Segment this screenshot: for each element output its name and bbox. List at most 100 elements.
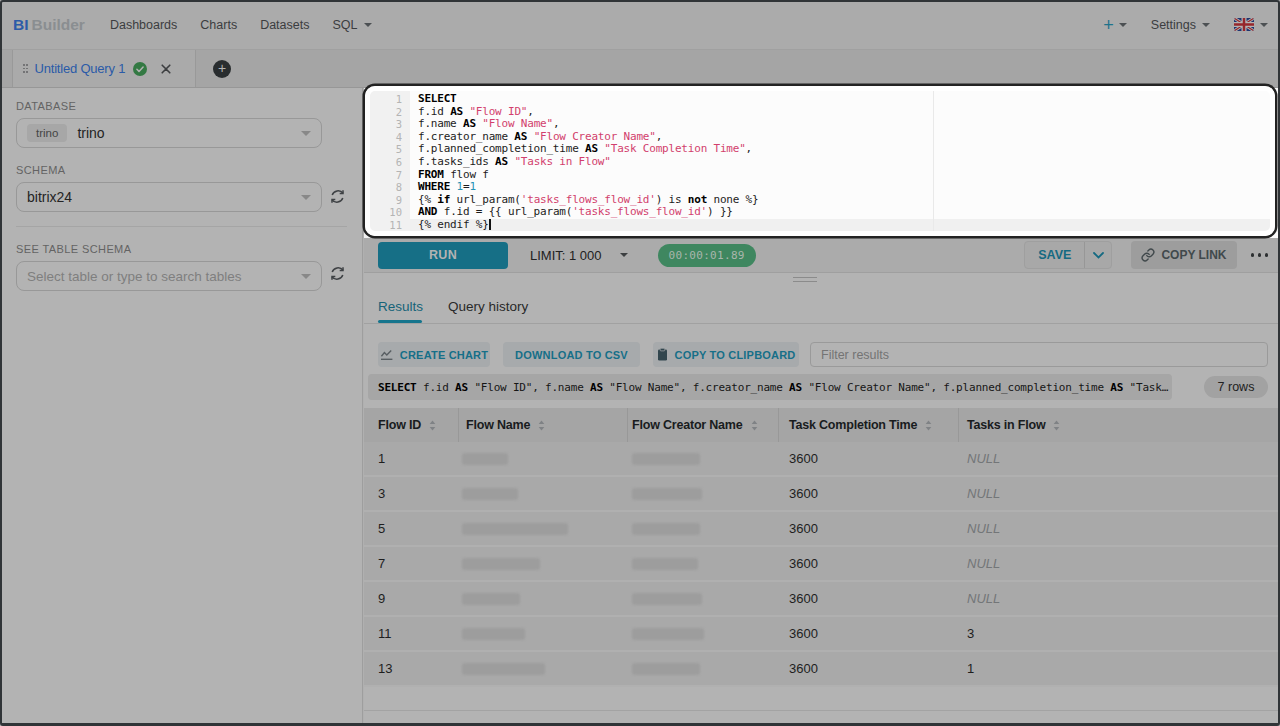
table-row[interactable]: 1336001: [364, 652, 1280, 687]
redacted-flow-name: [462, 523, 568, 535]
table-row[interactable]: 53600NULL: [364, 512, 1280, 547]
query-tabbar: Untitled Query 1 +: [0, 50, 1280, 88]
column-header[interactable]: Tasks in Flow: [967, 408, 1060, 442]
nav-menu: Dashboards Charts Datasets SQL: [110, 18, 372, 32]
column-header-label: Flow Name: [466, 418, 530, 432]
column-divider: [458, 408, 459, 442]
database-select[interactable]: trino trino: [16, 118, 322, 148]
schema-select[interactable]: bitrix24: [16, 182, 322, 212]
download-csv-label: DOWNLOAD TO CSV: [515, 349, 628, 361]
drag-handle-icon: [23, 64, 28, 73]
nav-item-label: Charts: [200, 18, 237, 32]
nav-language[interactable]: [1234, 18, 1268, 31]
nav-item-charts[interactable]: Charts: [200, 18, 237, 32]
cell-completion-time: 3600: [789, 626, 818, 641]
table-select-placeholder: Select table or type to search tables: [27, 269, 242, 284]
navbar: BIBuilder DashboardsChartsDatasetsSQL + …: [0, 0, 1280, 50]
more-menu-button[interactable]: [1251, 253, 1269, 257]
editor-gutter: 1234567891011: [364, 88, 410, 238]
nav-plus-menu[interactable]: +: [1103, 16, 1127, 34]
column-divider: [958, 408, 959, 442]
database-type-badge: trino: [27, 124, 67, 142]
table-select[interactable]: Select table or type to search tables: [16, 261, 322, 291]
cell-completion-time: 3600: [789, 661, 818, 676]
column-header-label: Tasks in Flow: [967, 418, 1045, 432]
run-button[interactable]: RUN: [378, 242, 508, 269]
column-header[interactable]: Task Completion Time: [789, 408, 932, 442]
sort-icon[interactable]: [925, 420, 932, 431]
refresh-tables-icon[interactable]: [329, 265, 347, 283]
copy-clipboard-button[interactable]: COPY TO CLIPBOARD: [653, 342, 799, 367]
redacted-creator-name: [632, 628, 704, 640]
save-button[interactable]: SAVE: [1025, 242, 1084, 268]
nav-item-sql[interactable]: SQL: [332, 18, 371, 32]
save-dropdown-button[interactable]: [1085, 242, 1111, 268]
cell-tasks-in-flow: NULL: [967, 591, 1000, 606]
app-logo[interactable]: BIBuilder: [13, 16, 85, 34]
table-row[interactable]: 13600NULL: [364, 442, 1280, 477]
table-header: Flow ID Flow Name Flow Creator Name Task Co…: [364, 408, 1280, 442]
query-timer-badge: 00:00:01.89: [658, 244, 756, 267]
refresh-schema-icon[interactable]: [329, 188, 347, 206]
table-row[interactable]: 1136003: [364, 617, 1280, 652]
nav-item-datasets[interactable]: Datasets: [260, 18, 309, 32]
save-split-button: SAVE: [1024, 241, 1112, 269]
sort-icon[interactable]: [751, 420, 758, 431]
table-body: 13600NULL33600NULL53600NULL73600NULL9360…: [364, 442, 1280, 687]
chart-icon: [380, 349, 393, 360]
query-preview: SELECT f.id AS "Flow ID", f.name AS "Flo…: [368, 374, 1172, 400]
chevron-down-icon: [620, 253, 628, 257]
tab-untitled-query[interactable]: Untitled Query 1: [12, 50, 196, 87]
close-tab-icon[interactable]: [161, 64, 171, 74]
copy-link-label: COPY LINK: [1161, 248, 1226, 262]
cell-tasks-in-flow: NULL: [967, 521, 1000, 536]
cell-completion-time: 3600: [789, 556, 818, 571]
table-row[interactable]: 7 3600 NULL: [364, 547, 1280, 582]
cell-tasks-in-flow: NULL: [967, 486, 1000, 501]
cell-completion-time: 3600: [789, 451, 818, 466]
create-chart-button[interactable]: CREATE CHART: [378, 342, 490, 367]
redacted-flow-name: [462, 663, 545, 675]
chevron-down-icon: [301, 131, 311, 136]
column-header-label: Task Completion Time: [789, 418, 917, 432]
text-cursor: [489, 219, 491, 230]
sort-icon[interactable]: [1053, 420, 1060, 431]
uk-flag-icon: [1234, 18, 1254, 31]
redacted-flow-name: [462, 593, 520, 605]
limit-label: LIMIT: 1 000: [530, 248, 602, 263]
sort-icon[interactable]: [429, 420, 436, 431]
download-csv-button[interactable]: DOWNLOAD TO CSV: [503, 342, 640, 367]
sort-icon[interactable]: [538, 420, 545, 431]
column-divider: [627, 408, 628, 442]
database-label: DATABASE: [16, 100, 346, 112]
copy-clipboard-label: COPY TO CLIPBOARD: [675, 349, 796, 361]
redacted-flow-name: [462, 628, 525, 640]
pane-resize-handle[interactable]: [793, 277, 817, 284]
redacted-creator-name: [632, 593, 702, 605]
cell-tasks-in-flow: NULL: [967, 556, 1000, 571]
nav-item-label: SQL: [332, 18, 357, 32]
plus-icon: +: [1103, 16, 1114, 34]
cell-flow-id: 7: [378, 556, 385, 571]
table-row[interactable]: 93600NULL: [364, 582, 1280, 617]
table-row[interactable]: 33600NULL: [364, 477, 1280, 512]
tab-query-history[interactable]: Query history: [448, 299, 528, 314]
active-tab-underline: [378, 320, 422, 323]
column-header[interactable]: Flow ID: [378, 408, 436, 442]
main-panel: 1234567891011 SELECTf.id AS "Flow ID",f.…: [364, 88, 1280, 726]
limit-dropdown[interactable]: LIMIT: 1 000: [530, 248, 628, 263]
chevron-down-icon: [364, 23, 372, 27]
table-end-divider: [364, 710, 1280, 711]
copy-link-button[interactable]: COPY LINK: [1131, 241, 1236, 269]
sql-editor[interactable]: 1234567891011 SELECTf.id AS "Flow ID",f.…: [364, 88, 1280, 238]
nav-item-dashboards[interactable]: Dashboards: [110, 18, 177, 32]
cell-completion-time: 3600: [789, 486, 818, 501]
brand-bi: BI: [13, 16, 29, 33]
filter-results-input[interactable]: Filter results: [810, 342, 1268, 367]
column-header[interactable]: Flow Creator Name: [632, 408, 758, 442]
editor-code[interactable]: SELECTf.id AS "Flow ID",f.name AS "Flow …: [418, 88, 758, 232]
nav-settings[interactable]: Settings: [1151, 18, 1210, 32]
new-tab-button[interactable]: +: [213, 60, 231, 78]
column-header[interactable]: Flow Name: [466, 408, 545, 442]
tab-results[interactable]: Results: [378, 299, 423, 314]
